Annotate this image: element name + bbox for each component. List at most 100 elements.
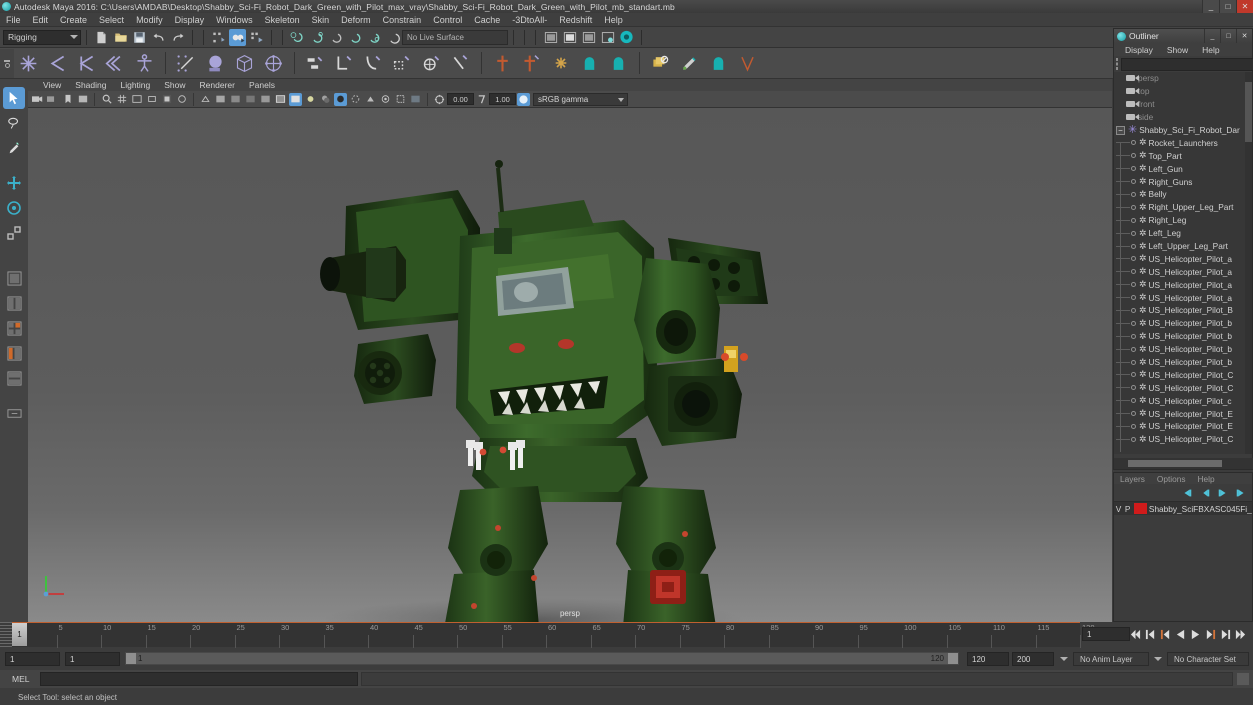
time-slider[interactable]: 5 10 15 20 25 30 35 40 45 50 55 60 65 70 75 80 85 90 95 100… [0,622,1095,648]
expand-dot-icon[interactable] [1131,398,1136,404]
layout-expand-button[interactable] [3,402,25,424]
snap-to-projected-center-icon[interactable] [346,29,363,46]
character-set-dropdown-arrow[interactable] [1151,652,1165,665]
expand-collapse-icon[interactable]: − [1116,125,1125,135]
shadows-icon[interactable] [319,93,332,106]
outliner-item[interactable]: ✲ Left_Gun [1114,162,1252,175]
outliner-item[interactable]: front [1114,98,1252,111]
menu-item-display[interactable]: Display [169,13,211,27]
film-gate-icon[interactable] [130,93,143,106]
anim-layer-dropdown-arrow[interactable] [1057,652,1071,665]
expand-dot-icon[interactable] [1131,179,1136,185]
redo-icon[interactable] [169,29,186,46]
range-slider-right-handle[interactable] [948,653,958,664]
menu-item-create[interactable]: Create [54,13,93,27]
animation-end-field[interactable]: 200 [1012,651,1054,666]
outliner-item[interactable]: top [1114,85,1252,98]
layout-persp-outliner-button[interactable] [3,342,25,364]
range-slider-left-handle[interactable] [126,653,136,664]
outliner-item[interactable]: ✲ US_Helicopter_Pilot_b [1114,343,1252,356]
outliner-item[interactable]: ✲ US_Helicopter_Pilot_b [1114,356,1252,369]
layer-move-up2-icon[interactable] [1217,487,1229,499]
cluster-deformer-icon[interactable] [260,50,287,77]
scrollbar-thumb[interactable] [1128,460,1222,467]
create-joint-asterisk-icon[interactable] [547,50,574,77]
menu-item-select[interactable]: Select [93,13,130,27]
outliner-item[interactable]: ✲ US_Helicopter_Pilot_c [1114,394,1252,407]
menu-item-constrain[interactable]: Constrain [377,13,428,27]
close-button[interactable]: ✕ [1236,0,1253,13]
new-scene-icon[interactable] [93,29,110,46]
outliner-item[interactable]: ✲ US_Helicopter_Pilot_a [1114,278,1252,291]
expand-dot-icon[interactable] [1131,359,1136,365]
wireframe-shading-icon[interactable] [199,93,212,106]
outliner-item[interactable]: ✲ US_Helicopter_Pilot_a [1114,291,1252,304]
create-nurbs-arc2-icon[interactable] [605,50,632,77]
gamma-icon[interactable] [475,93,488,106]
menu-item-skin[interactable]: Skin [306,13,336,27]
expand-dot-icon[interactable] [1131,385,1136,391]
outliner-menu-help[interactable]: Help [1195,45,1226,55]
expand-dot-icon[interactable] [1131,256,1136,262]
expand-dot-icon[interactable] [1131,243,1136,249]
menu-item-edit[interactable]: Edit [27,13,55,27]
outliner-item[interactable]: side [1114,111,1252,124]
outliner-item[interactable]: ✲ US_Helicopter_Pilot_E [1114,420,1252,433]
mel-command-input[interactable] [40,672,358,686]
multisample-aa-icon[interactable] [364,93,377,106]
create-v-curve-icon[interactable] [734,50,761,77]
camera-attributes-icon[interactable] [46,93,59,106]
outliner-item[interactable]: ✲ US_Helicopter_Pilot_b [1114,330,1252,343]
outliner-item[interactable]: ✲ US_Helicopter_Pilot_E [1114,407,1252,420]
step-back-keyframe-icon[interactable] [1143,628,1158,642]
pole-vector-constraint-icon[interactable] [447,50,474,77]
gate-mask-icon[interactable] [160,93,173,106]
show-channel-box-icon[interactable] [580,29,597,46]
screen-space-ao-icon[interactable] [334,92,347,106]
select-by-component-type-icon[interactable] [248,29,265,46]
menu-item-windows[interactable]: Windows [210,13,259,27]
animation-start-field[interactable]: 1 [65,651,120,666]
snap-to-grid-icon[interactable] [289,29,306,46]
xray-mode-icon[interactable] [409,93,422,106]
outliner-search-input[interactable] [1121,57,1253,71]
scale-tool-button[interactable] [3,222,25,244]
move-tool-button[interactable] [3,172,25,194]
select-by-object-type-icon[interactable] [229,28,246,46]
open-scene-icon[interactable] [112,29,129,46]
depth-of-field-icon[interactable] [379,93,392,106]
layout-hypergraph-button[interactable] [3,367,25,389]
layer-visibility-toggle[interactable]: V [1114,504,1123,514]
parent-constraint-icon[interactable] [302,50,329,77]
expand-dot-icon[interactable] [1131,320,1136,326]
expand-dot-icon[interactable] [1131,153,1136,159]
point-constraint-icon[interactable] [331,50,358,77]
select-tool-button[interactable] [3,87,25,109]
use-all-lights-icon[interactable] [304,93,317,106]
save-scene-icon[interactable] [131,29,148,46]
viewport-menu-shading[interactable]: Shading [68,80,113,90]
image-plane-icon[interactable] [76,93,89,106]
outliner-item[interactable]: ✲ Right_Leg [1114,214,1252,227]
layer-menu-options[interactable]: Options [1151,474,1192,484]
create-nurbs-arc3-icon[interactable] [705,50,732,77]
outliner-close-button[interactable]: ✕ [1236,29,1252,43]
hide-unselected-icon[interactable] [647,50,674,77]
smooth-shade-all-icon[interactable] [214,93,227,106]
snap-to-point-icon[interactable] [327,29,344,46]
outliner-item[interactable]: ✲ Belly [1114,188,1252,201]
gamma-field[interactable]: 1.00 [489,93,516,105]
viewport-canvas[interactable]: persp [28,108,1112,622]
layout-four-pane-button[interactable] [3,317,25,339]
menu-item-3dtoall[interactable]: -3DtoAll- [506,13,553,27]
redshift-render-icon[interactable] [618,29,635,46]
outliner-item[interactable]: ✲ Right_Guns [1114,175,1252,188]
ik-spline-handle-icon[interactable] [73,50,100,77]
wireframe-on-shaded-icon[interactable] [274,93,287,106]
script-editor-button[interactable] [1237,673,1249,685]
current-frame-field[interactable]: 1 [1082,627,1130,641]
make-live-icon[interactable] [384,29,401,46]
motion-blur-icon[interactable] [349,93,362,106]
create-locator-icon[interactable] [489,50,516,77]
outliner-maximize-button[interactable]: □ [1220,29,1236,43]
